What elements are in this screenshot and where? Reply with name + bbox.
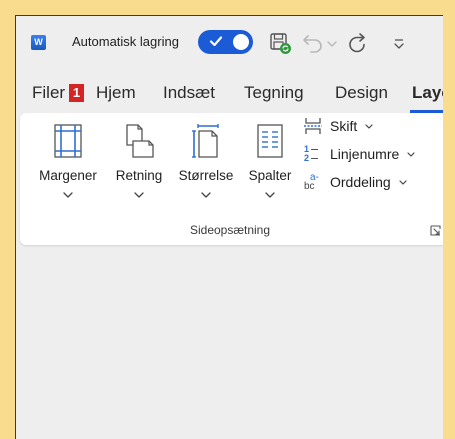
- chevron-down-icon: [398, 180, 407, 185]
- tab-home[interactable]: Hjem: [96, 83, 136, 103]
- hyphenation-icon-bottom: bc: [304, 181, 315, 192]
- line-numbers-icon: 1 2: [304, 145, 322, 163]
- redo-icon[interactable]: [346, 31, 370, 55]
- ribbon-tabs: Filer 1 Hjem Indsæt Tegning Design Layo: [16, 80, 443, 113]
- margins-button[interactable]: Margener: [34, 113, 102, 213]
- chevron-down-icon: [407, 152, 415, 157]
- word-app-icon: W: [31, 35, 46, 50]
- dialog-launcher-icon[interactable]: [430, 225, 441, 236]
- ribbon-page-setup: Margener Retning Størrelse Spalter Skift…: [20, 113, 443, 245]
- line-numbers-button[interactable]: 1 2 Linjenumre: [304, 143, 430, 167]
- columns-label: Spalter: [248, 168, 292, 183]
- undo-dropdown-icon[interactable]: [326, 31, 338, 55]
- autosave-toggle[interactable]: [198, 30, 253, 54]
- check-icon: [209, 36, 223, 47]
- save-sync-icon[interactable]: [268, 31, 292, 55]
- group-label: Sideopsætning: [189, 223, 271, 237]
- breaks-button[interactable]: Skift: [304, 115, 384, 139]
- hyphenation-button[interactable]: a- bc Orddeling: [304, 171, 430, 195]
- page-size-icon: [192, 124, 219, 158]
- hyphenation-icon: a- bc: [304, 173, 322, 192]
- toggle-knob: [233, 34, 249, 50]
- chevron-down-icon: [63, 192, 73, 198]
- tab-draw[interactable]: Tegning: [244, 83, 304, 103]
- columns-icon: [257, 124, 283, 158]
- keytip-badge: 1: [69, 84, 84, 102]
- page-break-icon: [304, 118, 322, 134]
- title-bar: W Automatisk lagring: [16, 16, 443, 68]
- word-window: W Automatisk lagring Filer 1 Hjem Indsæt…: [15, 15, 443, 439]
- orientation-icon: [126, 124, 154, 158]
- margins-icon: [54, 124, 82, 158]
- orientation-button[interactable]: Retning: [110, 113, 168, 213]
- tab-insert[interactable]: Indsæt: [163, 83, 215, 103]
- line-numbers-icon-2: 2: [304, 153, 310, 163]
- tab-design[interactable]: Design: [335, 83, 388, 103]
- hyphenation-label: Orddeling: [330, 174, 391, 190]
- size-label: Størrelse: [178, 168, 234, 183]
- chevron-down-icon: [134, 192, 144, 198]
- tab-file[interactable]: Filer: [32, 83, 65, 103]
- margins-label: Margener: [39, 168, 97, 183]
- line-numbers-label: Linjenumre: [330, 146, 400, 162]
- orientation-label: Retning: [115, 168, 163, 183]
- chevron-down-icon: [265, 192, 275, 198]
- size-button[interactable]: Størrelse: [173, 113, 239, 213]
- autosave-label: Automatisk lagring: [72, 34, 179, 49]
- breaks-label: Skift: [330, 118, 358, 134]
- customize-toolbar-icon[interactable]: [392, 31, 406, 55]
- tab-layout[interactable]: Layo: [412, 83, 443, 103]
- chevron-down-icon: [365, 124, 373, 129]
- undo-icon[interactable]: [301, 31, 325, 55]
- chevron-down-icon: [201, 192, 211, 198]
- columns-button[interactable]: Spalter: [242, 113, 298, 213]
